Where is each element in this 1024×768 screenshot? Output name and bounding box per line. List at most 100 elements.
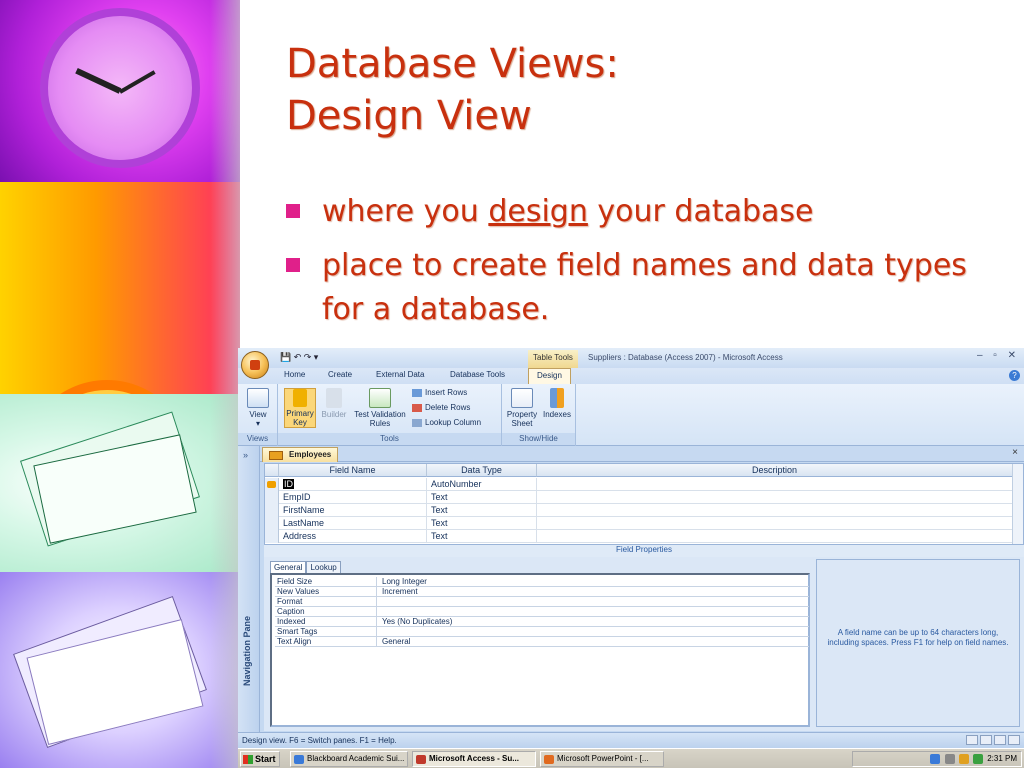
slide-title-line-2: Design View (286, 93, 532, 139)
status-bar: Design view. F6 = Switch panes. F1 = Hel… (238, 732, 1024, 748)
indexes-icon (550, 388, 564, 408)
property-sheet-button[interactable]: Property Sheet (504, 388, 540, 428)
data-type-header: Data Type (427, 464, 537, 477)
close-document-icon[interactable]: × (1012, 447, 1018, 458)
powerpoint-app-icon (544, 755, 554, 764)
table-row[interactable]: Address Text (265, 530, 1013, 543)
properties-table: Field Size Long Integer New Values Increme… (270, 573, 810, 727)
field-name-header: Field Name (279, 464, 427, 477)
datasheet-view-icon[interactable] (966, 735, 978, 745)
decorative-photo-strip: 12 3 6 9 (0, 0, 240, 768)
delete-rows-button[interactable]: Delete Rows (412, 403, 470, 412)
insert-rows-button[interactable]: Insert Rows (412, 388, 467, 397)
table-icon (269, 451, 283, 460)
purple-clock-icon (40, 8, 200, 168)
taskbar-item-powerpoint[interactable]: Microsoft PowerPoint - [... (540, 751, 664, 767)
tab-create[interactable]: Create (328, 370, 352, 379)
taskbar-item-blackboard[interactable]: Blackboard Academic Sui... (290, 751, 408, 767)
tab-general[interactable]: General (270, 561, 307, 573)
notification-tray-icon[interactable] (958, 753, 969, 764)
bullet-item: where you design your database (286, 190, 1016, 234)
group-label-views: Views (238, 433, 277, 445)
office-button-icon[interactable] (241, 351, 269, 379)
data-type-cell[interactable]: Text (427, 530, 537, 543)
table-row[interactable]: FirstName Text (265, 504, 1013, 517)
property-row[interactable]: Caption (275, 607, 809, 617)
table-design-grid: Field Name Data Type Description ID Auto… (264, 463, 1024, 545)
ribbon: View ▾ Views Primary Key Builder Test Val… (238, 384, 1024, 446)
slide-title: Database Views: Design View (286, 38, 986, 142)
tab-external-data[interactable]: External Data (376, 370, 424, 379)
square-bullet-icon (286, 258, 300, 272)
field-properties-tabs: General Lookup (270, 561, 341, 573)
field-name-cell[interactable]: EmpID (279, 491, 427, 504)
security-tray-icon[interactable] (972, 753, 983, 764)
lookup-column-button[interactable]: Lookup Column (412, 418, 481, 427)
square-bullet-icon (286, 204, 300, 218)
tab-home[interactable]: Home (284, 370, 305, 379)
nav-pane-toggle-icon[interactable]: » (243, 450, 248, 460)
nav-pane-label: Navigation Pane (242, 616, 252, 687)
tab-lookup[interactable]: Lookup (306, 561, 341, 573)
test-validation-rules-button[interactable]: Test Validation Rules (350, 388, 410, 428)
field-name-cell[interactable]: Address (279, 530, 427, 543)
datasheet-view-icon (247, 388, 269, 408)
field-name-cell[interactable]: FirstName (279, 504, 427, 517)
property-row[interactable]: Format (275, 597, 809, 607)
browser-icon (294, 755, 304, 764)
data-type-cell[interactable]: Text (427, 517, 537, 530)
tab-design[interactable]: Design (528, 368, 571, 384)
help-icon[interactable]: ? (1009, 370, 1020, 381)
description-header: Description (537, 464, 1013, 477)
windows-logo-icon (243, 755, 253, 764)
document-tab-bar: Employees × (260, 446, 1024, 462)
description-cell[interactable] (537, 530, 1013, 543)
bullet-item: place to create field names and data typ… (286, 244, 1016, 332)
builder-button[interactable]: Builder (318, 388, 350, 419)
help-tray-icon[interactable] (930, 753, 941, 764)
data-type-cell[interactable]: Text (427, 491, 537, 504)
description-cell[interactable] (537, 517, 1013, 530)
design-view-icon[interactable] (1008, 735, 1020, 745)
table-row[interactable]: ID AutoNumber (265, 478, 1013, 491)
slide-bullets: where you design your database place to … (286, 190, 1016, 342)
wand-icon (326, 388, 342, 408)
start-button[interactable]: Start (240, 751, 280, 767)
navigation-pane[interactable]: » Navigation Pane (238, 446, 260, 732)
table-row[interactable]: LastName Text (265, 517, 1013, 530)
description-cell[interactable] (537, 504, 1013, 517)
property-row[interactable]: Text Align General (275, 637, 809, 647)
field-properties-label: Field Properties (264, 545, 1024, 557)
indexes-button[interactable]: Indexes (540, 388, 574, 419)
field-name-cell[interactable]: LastName (279, 517, 427, 530)
description-cell[interactable] (537, 478, 1013, 491)
primary-key-button[interactable]: Primary Key (284, 388, 316, 428)
access-app-icon (416, 755, 426, 764)
field-properties-pane: General Lookup Field Size Long Integer New… (264, 557, 1024, 731)
view-button[interactable]: View ▾ (244, 388, 272, 428)
property-row[interactable]: Field Size Long Integer (275, 577, 809, 587)
group-label-tools: Tools (278, 433, 501, 445)
field-name-cell[interactable]: ID (283, 479, 294, 489)
taskbar-item-access[interactable]: Microsoft Access - Su... (412, 751, 536, 767)
delete-rows-icon (412, 403, 422, 412)
property-row[interactable]: Smart Tags (275, 627, 809, 637)
data-type-cell[interactable]: Text (427, 504, 537, 517)
clock[interactable]: 2:31 PM (987, 754, 1017, 763)
tab-employees[interactable]: Employees (262, 447, 339, 462)
property-row[interactable]: Indexed Yes (No Duplicates) (275, 617, 809, 627)
table-row[interactable]: EmpID Text (265, 491, 1013, 504)
window-controls[interactable]: – ▫ ✕ (977, 350, 1020, 361)
data-type-cell[interactable]: AutoNumber (427, 478, 537, 491)
network-tray-icon[interactable] (944, 753, 955, 764)
insert-rows-icon (412, 388, 422, 397)
property-row[interactable]: New Values Increment (275, 587, 809, 597)
pivot-chart-view-icon[interactable] (994, 735, 1006, 745)
quick-access-toolbar[interactable]: 💾 ↶ ↷ ▾ (280, 352, 318, 363)
orange-clock-photo: 12 3 6 9 (0, 182, 240, 394)
grid-scrollbar[interactable] (1012, 464, 1023, 544)
description-cell[interactable] (537, 491, 1013, 504)
lookup-column-icon (412, 418, 422, 427)
tab-database-tools[interactable]: Database Tools (450, 370, 505, 379)
pivot-table-view-icon[interactable] (980, 735, 992, 745)
